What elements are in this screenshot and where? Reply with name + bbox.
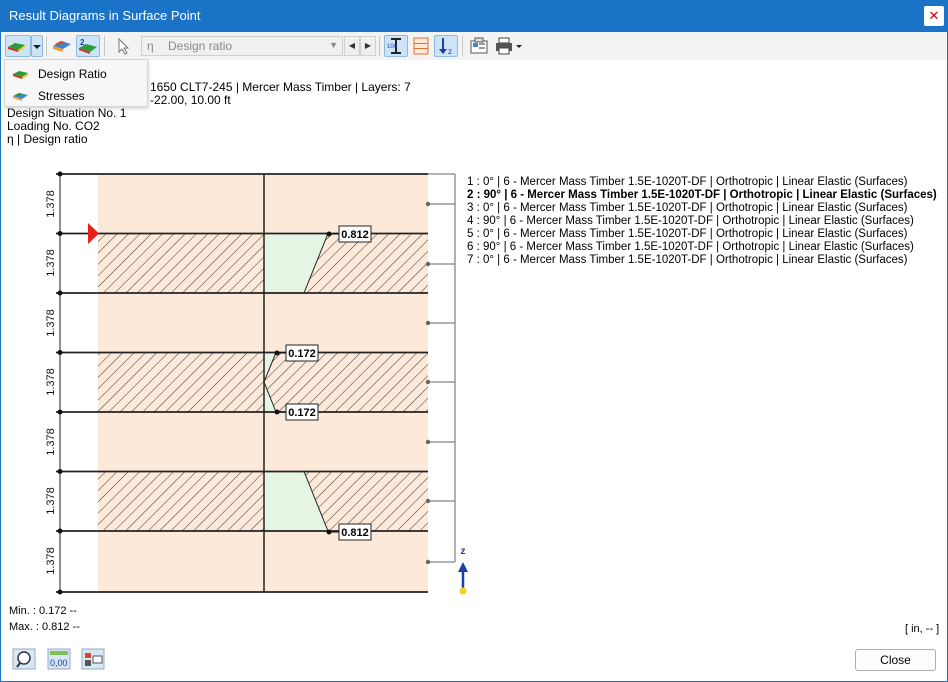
thickness-label: 1.378 (45, 547, 57, 575)
layer-5 (98, 412, 428, 472)
legend-layer-4: 4 : 90° | 6 - Mercer Mass Timber 1.5E-10… (467, 215, 914, 227)
thickness-label: 1.378 (45, 368, 57, 396)
view-settings-button[interactable] (81, 648, 105, 670)
svg-text:0.172: 0.172 (288, 407, 316, 419)
layer-6 (98, 471, 428, 531)
legend-layer-5: 5 : 0° | 6 - Mercer Mass Timber 1.5E-102… (467, 228, 908, 240)
current-layer-marker[interactable] (88, 223, 99, 244)
decimal-places-icon: 0,00 (47, 648, 71, 670)
layer-4 (98, 352, 428, 412)
layer-2 (98, 233, 428, 293)
max-value: Max. : 0.812 -- (9, 621, 80, 633)
help-button[interactable] (12, 648, 36, 670)
layer-thickness-labels: 1.378 1.378 1.378 1.378 1.378 1.378 1.37… (45, 190, 57, 575)
legend-layer-2: 2 : 90° | 6 - Mercer Mass Timber 1.5E-10… (467, 189, 937, 201)
legend-layer-1: 1 : 0° | 6 - Mercer Mass Timber 1.5E-102… (467, 176, 908, 188)
decimal-places-button[interactable]: 0,00 (47, 648, 71, 670)
svg-text:0.812: 0.812 (341, 229, 369, 241)
layer-1 (98, 174, 428, 234)
thickness-label: 1.378 (45, 309, 57, 337)
svg-text:0.812: 0.812 (341, 527, 369, 539)
close-button[interactable]: Close (855, 649, 936, 671)
help-icon (12, 648, 36, 670)
units-label: [ in, -- ] (905, 623, 940, 635)
layer-7 (98, 531, 428, 592)
legend-layer-6: 6 : 90° | 6 - Mercer Mass Timber 1.5E-10… (467, 241, 914, 253)
thickness-label: 1.378 (45, 249, 57, 277)
legend-layer-7: 7 : 0° | 6 - Mercer Mass Timber 1.5E-102… (467, 254, 908, 266)
svg-text:0.172: 0.172 (288, 348, 316, 360)
z-axis-indicator: z (458, 546, 468, 595)
settings-icon (81, 648, 105, 670)
thickness-label: 1.378 (45, 190, 57, 218)
legend-layer-3: 3 : 0° | 6 - Mercer Mass Timber 1.5E-102… (467, 202, 908, 214)
layer-3 (98, 293, 428, 353)
svg-text:0,00: 0,00 (50, 658, 68, 668)
thickness-label: 1.378 (45, 428, 57, 456)
ratio-diagram: 1.378 1.378 1.378 1.378 1.378 1.378 1.37… (45, 171, 468, 595)
svg-text:z: z (461, 546, 466, 557)
min-value: Min. : 0.172 -- (9, 605, 77, 617)
thickness-label: 1.378 (45, 487, 57, 515)
legend-bracket (428, 173, 456, 563)
